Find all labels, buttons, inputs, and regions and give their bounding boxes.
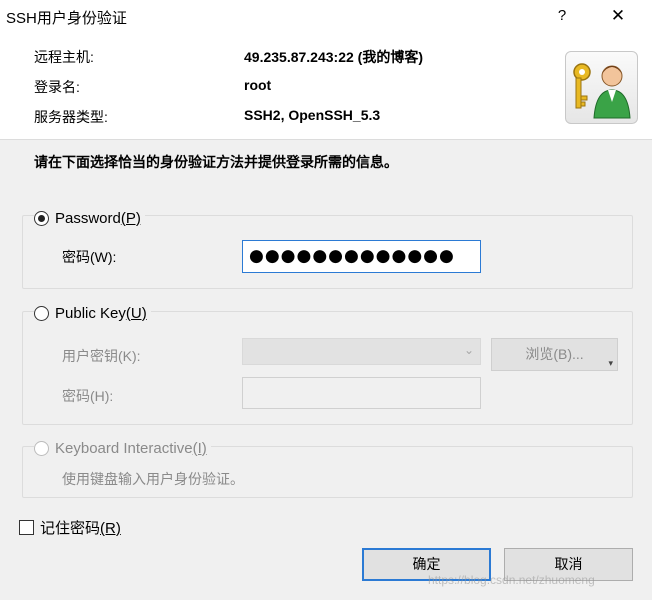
window-title: SSH用户身份验证	[6, 10, 127, 27]
password-field-mnemonic: (W):	[90, 249, 117, 265]
password-radio-option[interactable]: Password(P)	[34, 208, 145, 228]
remember-password-mnemonic: (R)	[100, 520, 121, 537]
user-key-mnemonic: (K):	[118, 348, 141, 364]
host-label: 远程主机:	[34, 49, 94, 65]
close-button[interactable]: ✕	[600, 4, 636, 28]
keyboard-interactive-radio[interactable]	[34, 440, 49, 456]
chevron-down-icon: ⌄	[463, 343, 474, 357]
help-button[interactable]: ?	[548, 4, 576, 28]
user-key-select[interactable]: ⌄	[242, 338, 481, 365]
key-password-label: 密码	[62, 388, 90, 404]
browse-button[interactable]: 浏览(B)... ▾	[491, 338, 618, 371]
password-radio[interactable]	[34, 210, 49, 226]
server-type-label: 服务器类型:	[34, 109, 108, 125]
public-key-radio-option[interactable]: Public Key(U)	[34, 303, 151, 323]
keyboard-interactive-radio-mnemonic: (I)	[192, 439, 207, 457]
server-type-value: SSH2, OpenSSH_5.3	[244, 107, 381, 123]
public-key-radio-label: Public Key	[55, 304, 126, 322]
remember-password-checkbox[interactable]	[19, 520, 34, 535]
keyboard-interactive-radio-label: Keyboard Interactive	[55, 439, 193, 457]
login-value: root	[244, 77, 272, 93]
public-key-radio[interactable]	[34, 305, 49, 321]
browse-button-label: 浏览	[525, 346, 554, 362]
browse-button-mnemonic: (B)...	[553, 346, 584, 362]
remember-password-label: 记住密码	[40, 520, 101, 537]
watermark: https://blog.csdn.net/zhuomeng	[428, 573, 595, 587]
dropdown-arrow-icon: ▾	[608, 358, 613, 368]
remember-password-option[interactable]: 记住密码(R)	[19, 517, 121, 538]
keyboard-interactive-description: 使用键盘输入用户身份验证。	[62, 471, 244, 487]
password-radio-mnemonic: (P)	[120, 209, 141, 227]
login-label: 登录名:	[34, 79, 80, 95]
password-field-label: 密码	[62, 249, 90, 265]
password-input[interactable]: ●●●●●●●●●●●●●	[242, 240, 481, 273]
key-password-mnemonic: (H):	[90, 388, 114, 404]
public-key-radio-mnemonic: (U)	[125, 304, 147, 322]
connection-info-panel: 远程主机: 49.235.87.243:22 (我的博客) 登录名: root …	[0, 33, 652, 140]
title-bar: SSH用户身份验证 ? ✕	[0, 0, 652, 33]
password-radio-label: Password	[55, 209, 121, 227]
host-value: 49.235.87.243:22 (我的博客)	[244, 49, 423, 65]
key-user-icon	[565, 51, 638, 124]
instruction-text: 请在下面选择恰当的身份验证方法并提供登录所需的信息。	[34, 154, 398, 170]
keyboard-interactive-radio-option[interactable]: Keyboard Interactive(I)	[34, 438, 211, 458]
key-password-input[interactable]	[242, 377, 481, 409]
user-key-label: 用户密钥	[62, 348, 118, 364]
